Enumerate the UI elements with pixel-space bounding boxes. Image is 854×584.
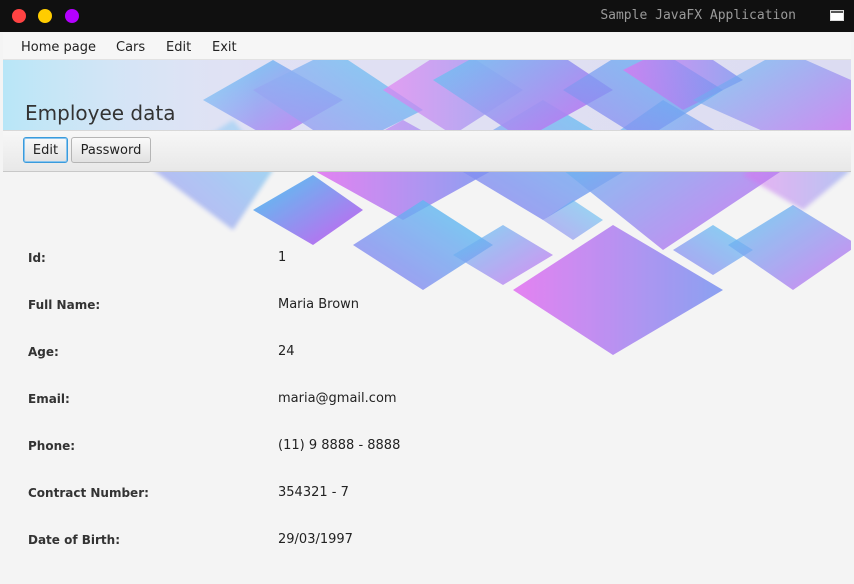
maximize-icon[interactable] xyxy=(65,9,79,23)
contract-number-value: 354321 - 7 xyxy=(278,485,349,500)
window-maximize-icon[interactable] xyxy=(830,10,844,21)
minimize-icon[interactable] xyxy=(38,9,52,23)
full-name-value: Maria Brown xyxy=(278,297,360,312)
phone-value: (11) 9 8888 - 8888 xyxy=(278,438,401,453)
password-button[interactable]: Password xyxy=(71,137,151,163)
menu-home-page[interactable]: Home page xyxy=(21,40,96,55)
age-value: 24 xyxy=(278,344,295,359)
date-of-birth-label: Date of Birth: xyxy=(28,533,121,547)
email-label: Email: xyxy=(28,392,70,406)
contract-number-label: Contract Number: xyxy=(28,486,149,500)
email-value: maria@gmail.com xyxy=(278,391,397,406)
menu-edit[interactable]: Edit xyxy=(166,40,191,55)
id-value: 1 xyxy=(278,250,287,265)
menu-bar: Home page Cars Edit Exit xyxy=(3,33,851,60)
age-label: Age: xyxy=(28,345,59,359)
toolbar: Edit Password xyxy=(3,130,851,172)
phone-label: Phone: xyxy=(28,439,76,453)
title-bar: Sample JavaFX Application xyxy=(0,0,854,32)
menu-cars[interactable]: Cars xyxy=(116,40,145,55)
content-area: Employee data Edit Password Id: 1 Full N… xyxy=(3,60,851,582)
page-title: Employee data xyxy=(25,101,176,125)
id-label: Id: xyxy=(28,251,46,265)
edit-button[interactable]: Edit xyxy=(23,137,68,163)
window-title: Sample JavaFX Application xyxy=(600,8,796,23)
menu-exit[interactable]: Exit xyxy=(212,40,237,55)
date-of-birth-value: 29/03/1997 xyxy=(278,532,353,547)
close-icon[interactable] xyxy=(12,9,26,23)
full-name-label: Full Name: xyxy=(28,298,101,312)
application-window: Sample JavaFX Application Home page Cars… xyxy=(0,0,854,584)
